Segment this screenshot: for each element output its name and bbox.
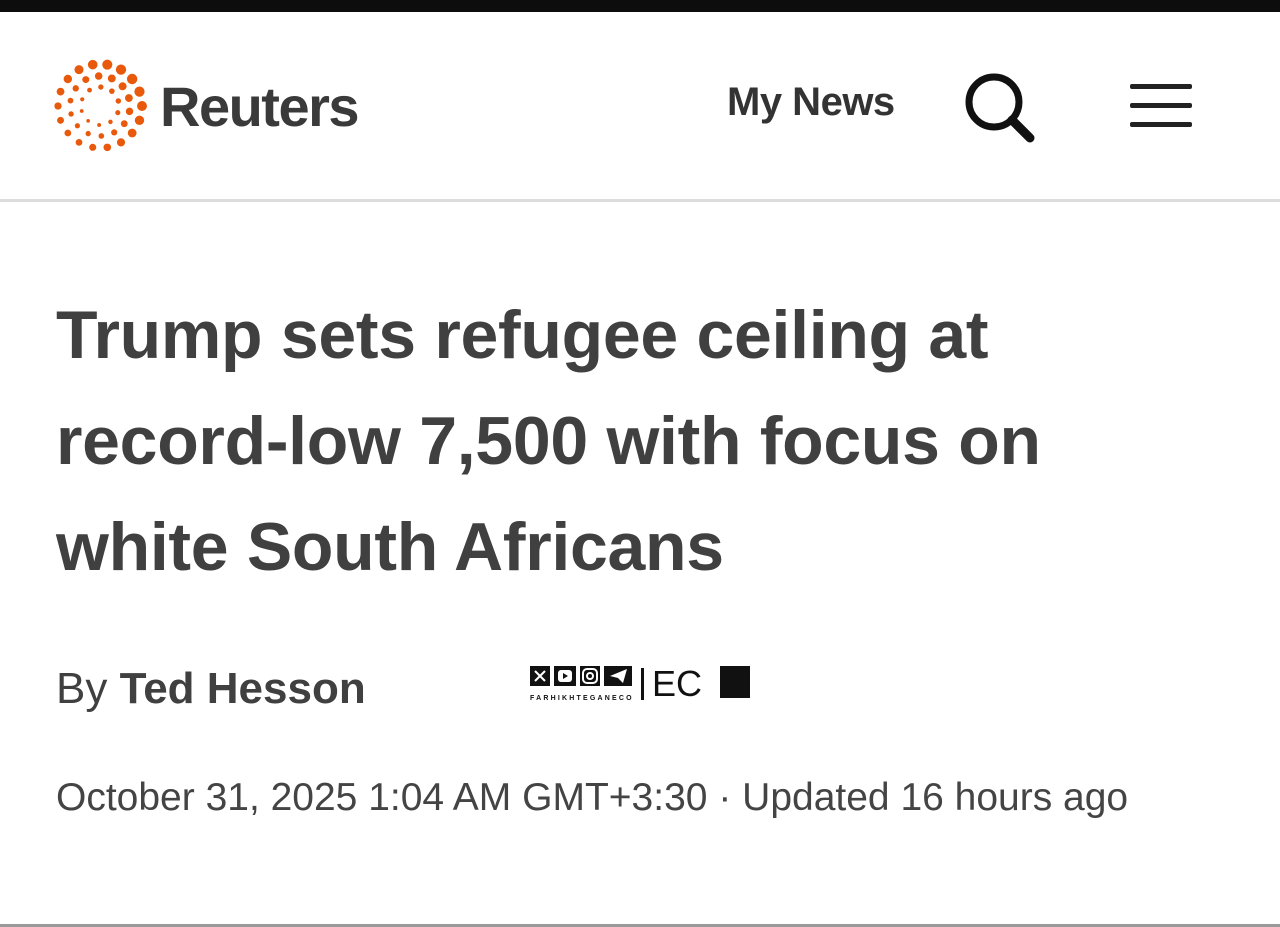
- logo-dot: [85, 130, 91, 137]
- logo-dot: [56, 87, 65, 96]
- brand-name: Reuters: [160, 74, 360, 138]
- logo-dot: [103, 143, 112, 152]
- logo-dot: [54, 102, 62, 110]
- logo-dot: [79, 109, 84, 113]
- logo-dot: [94, 72, 103, 80]
- logo-dot: [82, 76, 90, 84]
- site-header: Reuters My News: [0, 12, 1280, 199]
- logo-dot: [118, 82, 127, 91]
- logo-dot: [87, 59, 98, 70]
- logo-dot: [111, 129, 118, 136]
- logo-dot: [120, 120, 128, 128]
- logo-dot: [68, 111, 74, 117]
- logo-dot: [98, 84, 104, 90]
- logo-dot: [80, 97, 85, 102]
- top-status-strip: [0, 0, 1280, 12]
- logo-dot: [74, 123, 80, 129]
- logo-dot: [89, 143, 97, 151]
- logo-dot: [87, 87, 92, 93]
- logo-dot: [115, 64, 127, 75]
- watermark-logo-text: EC: [652, 663, 702, 704]
- logo-dot: [137, 101, 147, 111]
- youtube-icon: [554, 666, 576, 686]
- reuters-dots-logo-icon: [54, 59, 147, 152]
- telegram-icon: [604, 666, 632, 686]
- logo-dot: [115, 98, 122, 104]
- my-news-link[interactable]: My News: [727, 80, 895, 125]
- logo-dot: [97, 123, 102, 127]
- x-icon: [530, 666, 550, 686]
- publish-date: October 31, 2025 1:04 AM GMT+3:30: [56, 776, 708, 819]
- logo-dot: [86, 119, 90, 123]
- article-timestamp: October 31, 2025 1:04 AM GMT+3:30 · Upda…: [56, 764, 1216, 832]
- byline-prefix: By: [56, 664, 108, 713]
- logo-dot: [75, 138, 83, 146]
- logo-dot: [108, 119, 113, 125]
- article-headline: Trump sets refugee ceiling at record-low…: [56, 297, 1041, 585]
- byline: By Ted Hesson: [56, 664, 366, 714]
- watermark-handle: FARHIKHTEGANECO: [530, 695, 634, 702]
- header-divider: [0, 199, 1280, 202]
- logo-dot: [125, 94, 133, 102]
- logo-dot: [115, 110, 121, 116]
- logo-dot: [126, 73, 138, 85]
- search-icon: [965, 73, 1035, 143]
- logo-dot: [102, 59, 113, 70]
- logo-dot: [134, 86, 145, 97]
- source-watermark: FARHIKHTEGANECO EC: [528, 660, 752, 704]
- search-button[interactable]: [960, 70, 1040, 144]
- logo-dot: [57, 116, 64, 124]
- logo-dot: [134, 115, 145, 126]
- logo-dot: [74, 65, 84, 75]
- logo-dot: [67, 97, 74, 104]
- logo-dot: [127, 128, 137, 138]
- author-link[interactable]: Ted Hesson: [120, 664, 366, 713]
- logo-dot: [98, 133, 105, 139]
- instagram-icon: [580, 666, 600, 686]
- logo-dot: [63, 74, 73, 84]
- logo-dot: [64, 129, 72, 137]
- logo-dot: [116, 138, 126, 147]
- separator-dot: ·: [718, 776, 732, 819]
- logo-dot: [109, 88, 115, 94]
- logo-dot: [107, 74, 116, 83]
- menu-button[interactable]: [1124, 78, 1198, 134]
- hamburger-menu-icon: [1130, 84, 1192, 127]
- reuters-logo[interactable]: Reuters: [52, 56, 360, 156]
- logo-dot: [125, 107, 134, 116]
- logo-dot: [72, 85, 79, 92]
- updated-time: Updated 16 hours ago: [742, 776, 1129, 819]
